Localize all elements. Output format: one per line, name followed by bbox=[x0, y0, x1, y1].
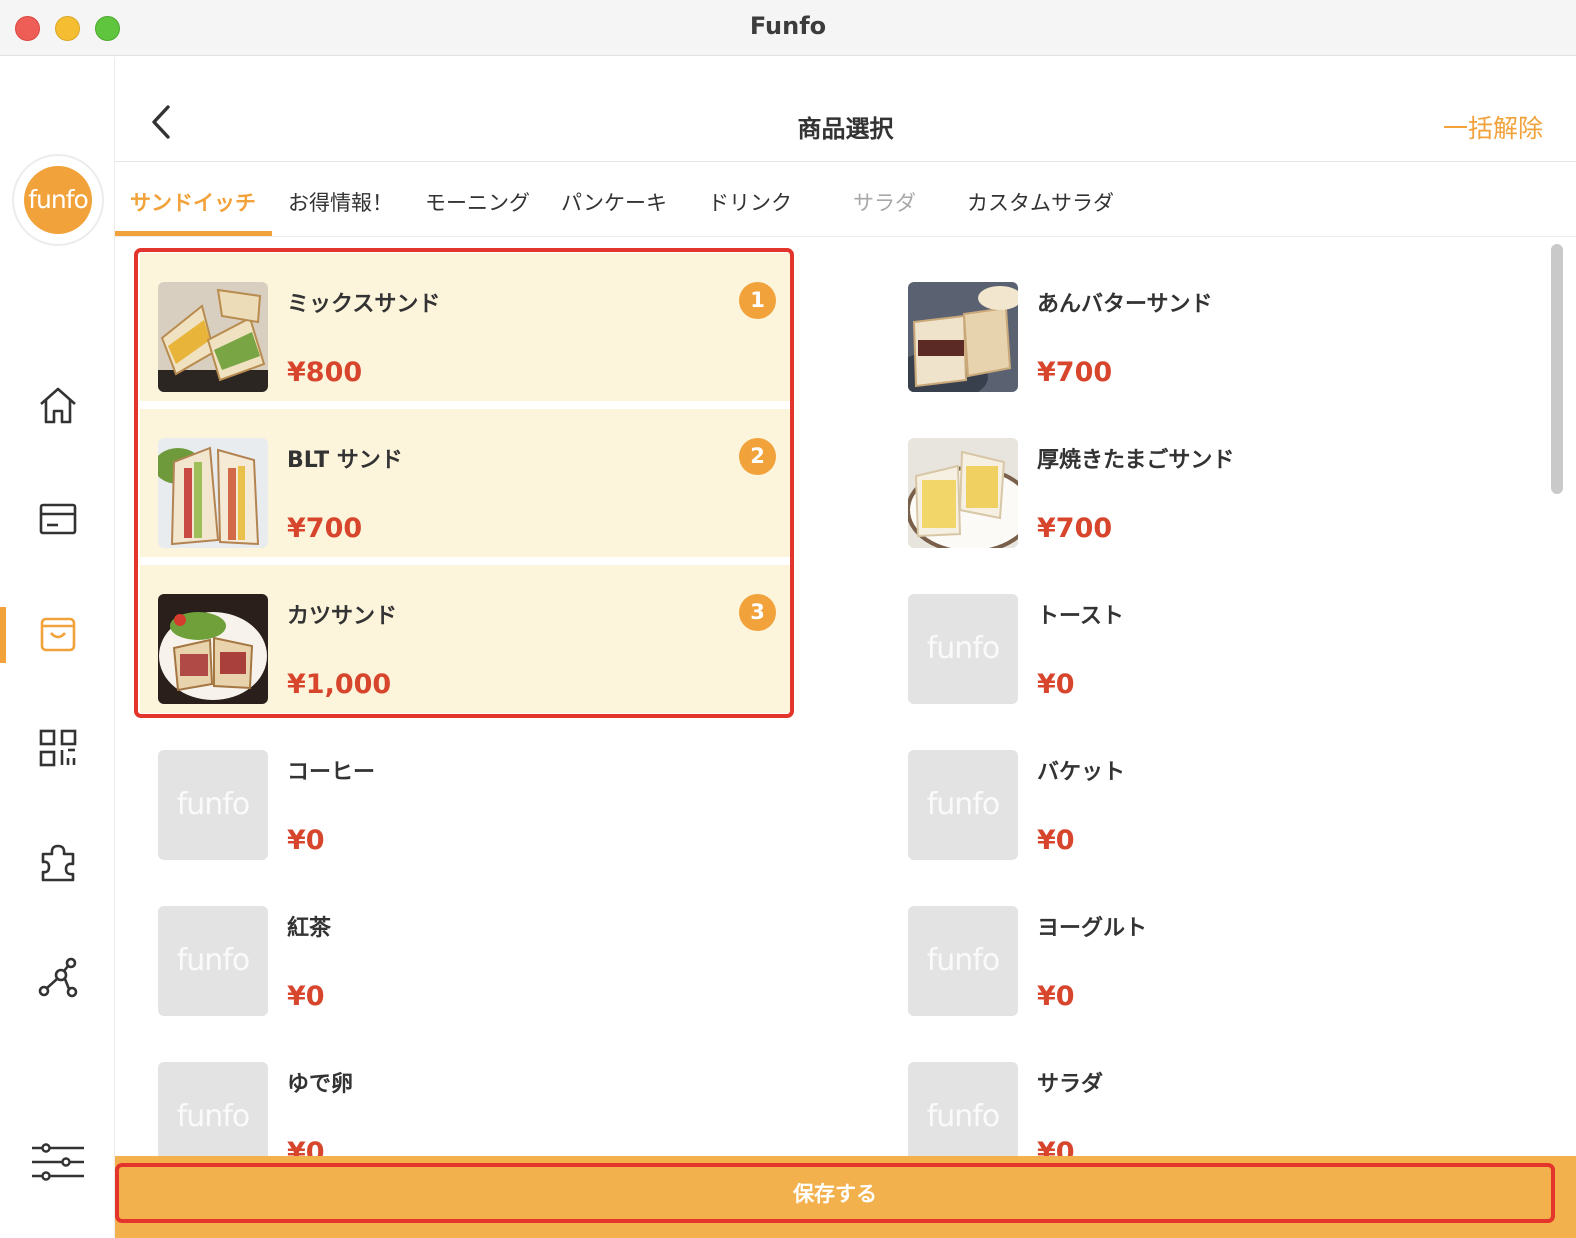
product-price: ¥1,000 bbox=[287, 669, 392, 700]
blt-sandwich-photo bbox=[158, 438, 268, 548]
footer-bar: 保存する bbox=[115, 1156, 1576, 1238]
nav-orders[interactable] bbox=[30, 491, 86, 547]
product-name: ゆで卵 bbox=[287, 1072, 354, 1097]
product-image bbox=[158, 282, 268, 392]
scrollbar-thumb[interactable] bbox=[1551, 244, 1563, 494]
product-name: BLT サンド bbox=[287, 448, 403, 473]
product-price: ¥0 bbox=[1037, 981, 1075, 1012]
product-image bbox=[158, 594, 268, 704]
nav-settings[interactable] bbox=[30, 1134, 86, 1190]
mixed-sandwich-photo bbox=[158, 282, 268, 392]
product-card[interactable]: 厚焼きたまごサンド ¥700 bbox=[890, 409, 1540, 557]
brand-logo[interactable]: funfo bbox=[12, 154, 104, 246]
page-title: 商品選択 bbox=[797, 115, 894, 143]
tab-morning[interactable]: モーニング bbox=[425, 187, 530, 217]
nav-products[interactable] bbox=[30, 606, 86, 662]
window-title: Funfo bbox=[749, 12, 827, 40]
product-price: ¥800 bbox=[287, 357, 363, 388]
nav-qr[interactable] bbox=[30, 720, 86, 776]
placeholder-image: funfo bbox=[908, 750, 1018, 860]
product-price: ¥0 bbox=[1037, 1137, 1075, 1156]
product-card[interactable]: あんバターサンド ¥700 bbox=[890, 253, 1540, 401]
selection-order-badge: 3 bbox=[739, 594, 776, 631]
brand-logo-text: funfo bbox=[24, 166, 92, 234]
placeholder-image: funfo bbox=[908, 594, 1018, 704]
product-name: カツサンド bbox=[287, 604, 398, 629]
tab-deals[interactable]: お得情報！ bbox=[288, 187, 393, 217]
anko-butter-sandwich-photo bbox=[908, 282, 1018, 392]
product-card[interactable]: funfo コーヒー ¥0 bbox=[140, 721, 790, 869]
product-card[interactable]: ミックスサンド ¥800 1 bbox=[140, 253, 790, 401]
product-name: ヨーグルト bbox=[1037, 916, 1148, 941]
product-name: トースト bbox=[1037, 604, 1124, 629]
clear-all-button[interactable]: 一括解除 bbox=[1443, 109, 1543, 145]
egg-sandwich-photo bbox=[908, 438, 1018, 548]
placeholder-image: funfo bbox=[158, 750, 268, 860]
product-name: ミックスサンド bbox=[287, 292, 441, 317]
product-name: サラダ bbox=[1037, 1072, 1104, 1097]
product-card[interactable]: funfo サラダ ¥0 bbox=[890, 1033, 1540, 1156]
product-card[interactable]: カツサンド ¥1,000 3 bbox=[140, 565, 790, 713]
title-bar: Funfo bbox=[0, 0, 1576, 56]
product-price: ¥700 bbox=[287, 513, 363, 544]
save-button[interactable]: 保存する bbox=[115, 1163, 1555, 1223]
product-price: ¥0 bbox=[287, 825, 325, 856]
nav-plugins[interactable] bbox=[30, 835, 86, 891]
product-name: バケット bbox=[1037, 760, 1126, 785]
product-name: 紅茶 bbox=[287, 916, 332, 941]
app-window: Funfo funfo 商品選択 一括解除 サンドイッチ お得情報！ モーニング… bbox=[0, 0, 1576, 1238]
nav-home[interactable] bbox=[30, 377, 86, 433]
tab-pancake[interactable]: パンケーキ bbox=[561, 187, 667, 217]
placeholder-image: funfo bbox=[158, 1062, 268, 1156]
product-card[interactable]: funfo バケット ¥0 bbox=[890, 721, 1540, 869]
shopping-bag-icon bbox=[40, 617, 76, 652]
tab-drink[interactable]: ドリンク bbox=[708, 187, 792, 217]
product-image bbox=[908, 438, 1018, 548]
product-card[interactable]: funfo ヨーグルト ¥0 bbox=[890, 877, 1540, 1025]
product-price: ¥0 bbox=[287, 981, 325, 1012]
product-card[interactable]: funfo ゆで卵 ¥0 bbox=[140, 1033, 790, 1156]
tab-custom-salad[interactable]: カスタムサラダ bbox=[967, 187, 1114, 217]
network-icon bbox=[38, 957, 78, 998]
product-card[interactable]: funfo 紅茶 ¥0 bbox=[140, 877, 790, 1025]
product-image bbox=[908, 282, 1018, 392]
main-panel: 商品選択 一括解除 サンドイッチ お得情報！ モーニング パンケーキ ドリンク … bbox=[115, 57, 1576, 1238]
qr-code-icon bbox=[39, 729, 77, 767]
puzzle-icon bbox=[41, 844, 75, 882]
product-grid: ミックスサンド ¥800 1 あんバターサンド ¥700 BLT サンド ¥70… bbox=[115, 238, 1576, 1156]
product-image bbox=[158, 438, 268, 548]
placeholder-image: funfo bbox=[908, 906, 1018, 1016]
product-price: ¥0 bbox=[287, 1137, 325, 1156]
nav-network[interactable] bbox=[30, 949, 86, 1005]
product-price: ¥0 bbox=[1037, 825, 1075, 856]
tab-salad[interactable]: サラダ bbox=[853, 187, 916, 217]
product-name: 厚焼きたまごサンド bbox=[1037, 448, 1235, 473]
placeholder-image: funfo bbox=[158, 906, 268, 1016]
product-name: あんバターサンド bbox=[1037, 292, 1213, 317]
katsu-sandwich-photo bbox=[158, 594, 268, 704]
selection-order-badge: 1 bbox=[739, 282, 776, 319]
placeholder-image: funfo bbox=[908, 1062, 1018, 1156]
product-price: ¥700 bbox=[1037, 513, 1113, 544]
active-tab-indicator bbox=[115, 231, 272, 236]
card-icon bbox=[39, 503, 77, 535]
product-card[interactable]: funfo トースト ¥0 bbox=[890, 565, 1540, 713]
product-card[interactable]: BLT サンド ¥700 2 bbox=[140, 409, 790, 557]
product-price: ¥700 bbox=[1037, 357, 1113, 388]
page-header: 商品選択 一括解除 bbox=[115, 57, 1576, 162]
sliders-icon bbox=[32, 1143, 84, 1181]
selection-order-badge: 2 bbox=[739, 438, 776, 475]
category-tabs: サンドイッチ お得情報！ モーニング パンケーキ ドリンク サラダ カスタムサラ… bbox=[115, 163, 1576, 237]
product-name: コーヒー bbox=[287, 760, 376, 785]
tab-sandwich[interactable]: サンドイッチ bbox=[130, 187, 256, 217]
home-icon bbox=[40, 387, 76, 424]
nav-active-indicator bbox=[0, 607, 6, 663]
product-price: ¥0 bbox=[1037, 669, 1075, 700]
sidebar: funfo bbox=[0, 57, 115, 1238]
